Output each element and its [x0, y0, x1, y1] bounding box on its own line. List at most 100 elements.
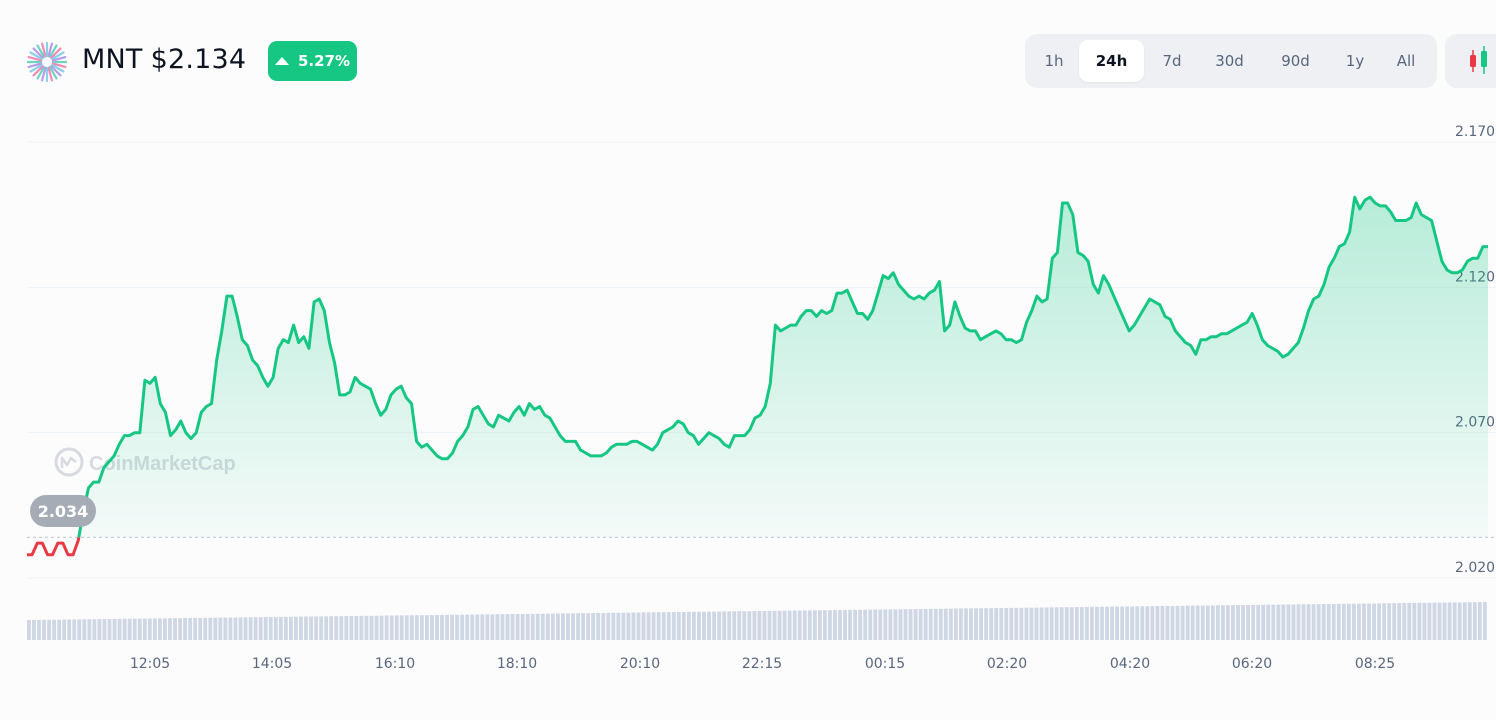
- volume-bar: [1084, 606, 1089, 640]
- volume-bar: [520, 613, 525, 640]
- volume-bar: [1210, 605, 1215, 640]
- volume-bar: [157, 618, 162, 640]
- volume-bar: [1311, 604, 1316, 640]
- volume-bar: [1387, 603, 1392, 640]
- volume-bar: [535, 613, 540, 640]
- volume-bar: [193, 617, 198, 640]
- volume-bar: [32, 619, 36, 640]
- volume-bar: [1351, 603, 1356, 640]
- volume-bar: [37, 619, 41, 640]
- volume-bar: [903, 609, 908, 640]
- volume-bar: [1004, 607, 1009, 640]
- volume-bar: [1155, 606, 1160, 640]
- volume-bar: [878, 609, 883, 640]
- volume-bar: [1064, 607, 1069, 640]
- volume-bar: [1462, 602, 1467, 640]
- volume-bar: [1090, 606, 1094, 640]
- volume-bar: [787, 610, 792, 640]
- volume-bar: [1205, 605, 1210, 640]
- volume-bar: [1281, 604, 1286, 640]
- volume-bar: [1200, 605, 1205, 640]
- volume-bar: [374, 615, 379, 640]
- volume-bar: [1392, 603, 1397, 640]
- volume-bar: [1241, 605, 1245, 640]
- volume-bar: [661, 612, 666, 640]
- volume-bar: [1397, 603, 1402, 640]
- volume-bar: [853, 609, 858, 640]
- volume-bar: [1341, 603, 1346, 640]
- volume-bar: [656, 612, 661, 640]
- volume-bar: [470, 614, 475, 640]
- volume-bar: [1336, 603, 1341, 640]
- volume-bar: [540, 613, 545, 640]
- volume-bar: [1402, 603, 1407, 640]
- volume-bar: [702, 611, 706, 640]
- volume-bar: [515, 613, 520, 640]
- volume-bar: [147, 618, 152, 640]
- volume-bar: [1226, 605, 1230, 640]
- volume-bar: [1110, 606, 1114, 640]
- volume-bar: [596, 612, 601, 640]
- volume-bar: [1170, 605, 1175, 640]
- volume-bar: [1150, 606, 1155, 640]
- volume-bar: [959, 608, 963, 640]
- volume-bar: [394, 615, 399, 640]
- volume-bar: [1095, 606, 1099, 640]
- volume-bar: [414, 615, 419, 640]
- volume-bar: [717, 611, 722, 640]
- volume-bar: [792, 610, 797, 640]
- volume-bar: [611, 612, 616, 640]
- price-chart: 2.1702.1202.0702.020 CoinMarketCap 12:05…: [27, 124, 1496, 672]
- x-tick-label: 14:05: [252, 656, 292, 672]
- volume-bar: [238, 617, 243, 640]
- volume-bar: [253, 617, 258, 640]
- volume-bar: [1316, 604, 1321, 640]
- x-tick-label: 12:05: [130, 656, 170, 672]
- volume-bar: [1362, 603, 1366, 640]
- volume-bar: [1472, 602, 1477, 640]
- volume-bar: [213, 617, 218, 640]
- volume-bar: [1422, 602, 1427, 640]
- volume-bar: [1115, 606, 1120, 640]
- volume-bar: [1457, 602, 1462, 640]
- volume-bar: [97, 619, 102, 640]
- volume-bar: [989, 608, 994, 640]
- volume-bar: [1236, 605, 1240, 640]
- x-axis: 12:05 14:05 16:10 18:10 20:10 22:15 00:15 02:20…: [130, 656, 1395, 672]
- volume-bar: [475, 614, 480, 640]
- volume-bar: [933, 608, 938, 640]
- volume-bar: [500, 614, 505, 640]
- volume-bar: [1271, 604, 1276, 640]
- volume-bar: [797, 610, 802, 640]
- volume-bar: [938, 608, 943, 640]
- volume-bar: [384, 615, 389, 640]
- volume-bar: [525, 613, 530, 640]
- volume-bar: [1377, 603, 1382, 640]
- volume-bar: [1447, 602, 1452, 640]
- volume-bar: [379, 615, 384, 640]
- volume-bar: [1296, 604, 1301, 640]
- volume-bar: [183, 618, 188, 640]
- volume-bar: [1427, 602, 1432, 640]
- volume-bar: [505, 614, 510, 640]
- volume-bar: [344, 616, 349, 640]
- volume-bar: [1452, 602, 1457, 640]
- x-tick-label: 16:10: [375, 656, 415, 672]
- volume-bar: [404, 615, 409, 640]
- volume-bar: [616, 612, 621, 640]
- volume-bar: [1477, 602, 1482, 640]
- volume-bar: [591, 613, 596, 640]
- volume-bar: [47, 619, 51, 640]
- volume-bar: [324, 616, 329, 640]
- volume-bar: [1261, 604, 1266, 640]
- x-tick-label: 22:15: [742, 656, 782, 672]
- x-tick-label: 08:25: [1355, 656, 1395, 672]
- volume-bar: [1467, 602, 1472, 640]
- volume-bar: [1412, 602, 1417, 640]
- volume-bar: [1059, 607, 1064, 640]
- volume-bar: [72, 619, 77, 640]
- volume-bar: [460, 614, 465, 640]
- baseline-label-text: 2.034: [38, 502, 89, 521]
- volume-bar: [928, 608, 933, 640]
- volume-bar: [631, 612, 636, 640]
